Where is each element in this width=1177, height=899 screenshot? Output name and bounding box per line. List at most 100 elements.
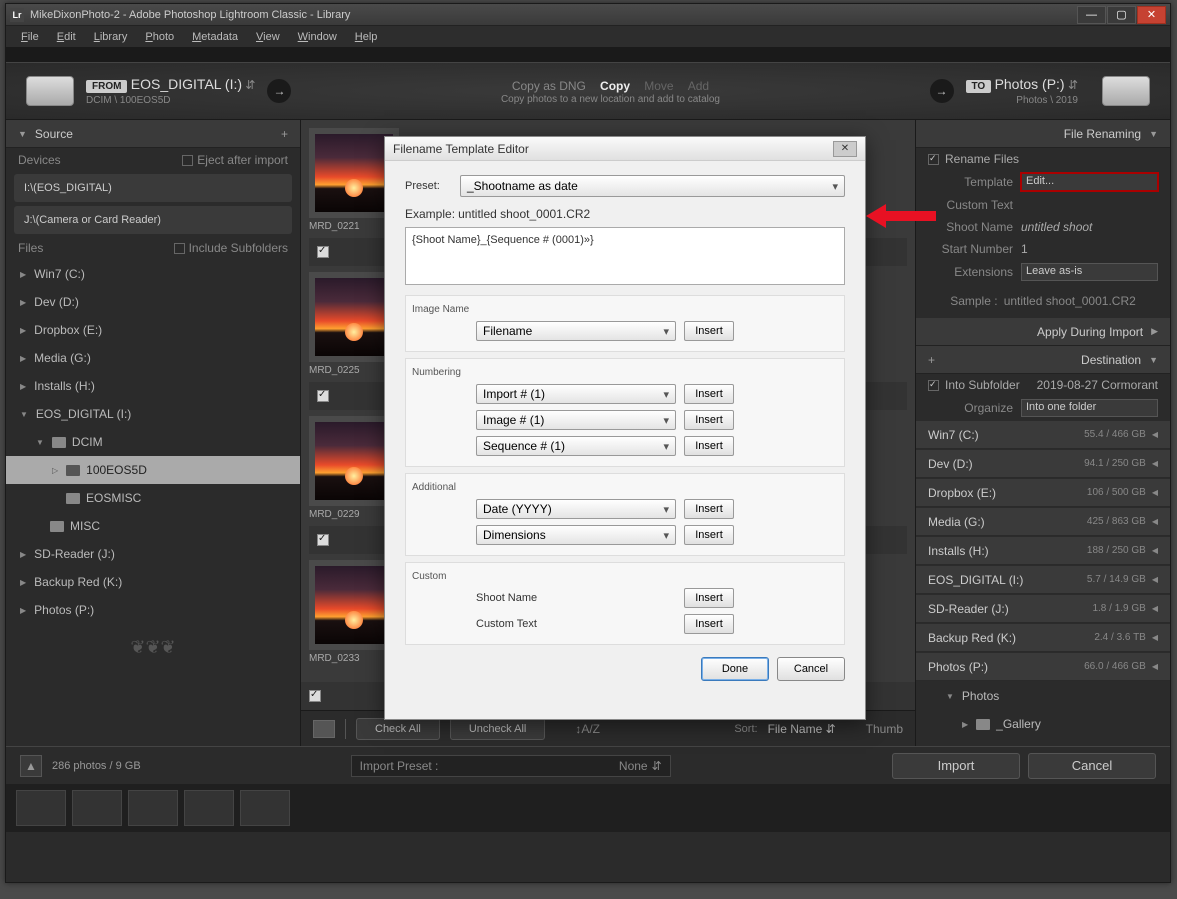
dest-drive-item[interactable]: Installs (H:)188 / 250 GB◀ <box>916 537 1170 565</box>
destination-header[interactable]: +Destination▼ <box>916 346 1170 374</box>
start-number-value[interactable]: 1 <box>1021 242 1158 256</box>
organize-select[interactable]: Into one folder <box>1021 399 1158 417</box>
import-button[interactable]: Import <box>892 753 1020 779</box>
add-source-icon[interactable]: + <box>281 127 288 141</box>
filmstrip-thumb[interactable] <box>128 790 178 826</box>
into-subfolder-checkbox[interactable] <box>928 380 939 391</box>
source-header[interactable]: ▼Source+ <box>6 120 300 148</box>
drive-item-eos[interactable]: ▼EOS_DIGITAL (I:) <box>6 400 300 428</box>
grid-view-button[interactable] <box>313 720 335 738</box>
to-path: Photos \ 2019 <box>1016 95 1078 106</box>
to-name[interactable]: Photos (P:) <box>995 76 1065 92</box>
drive-item[interactable]: ▶Backup Red (K:) <box>6 568 300 596</box>
drive-item[interactable]: ▶Dev (D:) <box>6 288 300 316</box>
apply-during-import-header[interactable]: Apply During Import▶ <box>916 318 1170 346</box>
filename-select[interactable]: Filename <box>476 321 676 341</box>
rename-files-checkbox[interactable] <box>928 154 939 165</box>
dest-drive-item[interactable]: Dropbox (E:)106 / 500 GB◀ <box>916 479 1170 507</box>
from-name[interactable]: EOS_DIGITAL (I:) <box>131 76 242 92</box>
add-folder-icon[interactable]: + <box>928 353 935 367</box>
drive-item[interactable]: ▶Photos (P:) <box>6 596 300 624</box>
folder-misc[interactable]: MISC <box>6 512 300 540</box>
insert-button[interactable]: Insert <box>684 410 734 430</box>
op-copy[interactable]: Copy <box>600 79 630 93</box>
file-renaming-header[interactable]: File Renaming▼ <box>916 120 1170 148</box>
folder-eosmisc[interactable]: EOSMISC <box>6 484 300 512</box>
menu-help[interactable]: Help <box>346 31 387 43</box>
expand-button[interactable]: ▲ <box>20 755 42 777</box>
sort-value[interactable]: File Name ⇵ <box>768 722 836 736</box>
template-token-input[interactable]: {Shoot Name}_{Sequence # (0001)»} <box>405 227 845 285</box>
filmstrip-thumb[interactable] <box>72 790 122 826</box>
menu-photo[interactable]: Photo <box>136 31 183 43</box>
dimensions-select[interactable]: Dimensions <box>476 525 676 545</box>
sort-az-icon[interactable]: ↕A/Z <box>575 722 600 736</box>
menu-library[interactable]: Library <box>85 31 137 43</box>
menu-file[interactable]: File <box>12 31 48 43</box>
dest-drive-item[interactable]: Media (G:)425 / 863 GB◀ <box>916 508 1170 536</box>
cancel-button[interactable]: Cancel <box>1028 753 1156 779</box>
minimize-button[interactable]: — <box>1077 6 1106 24</box>
op-dng[interactable]: Copy as DNG <box>512 79 586 93</box>
maximize-button[interactable]: ▢ <box>1107 6 1136 24</box>
drive-item[interactable]: ▶Dropbox (E:) <box>6 316 300 344</box>
drive-item[interactable]: ▶SD-Reader (J:) <box>6 540 300 568</box>
insert-button[interactable]: Insert <box>684 384 734 404</box>
dest-drive-item[interactable]: SD-Reader (J:)1.8 / 1.9 GB◀ <box>916 595 1170 623</box>
folder-selected[interactable]: ▷100EOS5D <box>6 456 300 484</box>
sequence-number-select[interactable]: Sequence # (1) <box>476 436 676 456</box>
right-panel: File Renaming▼ Rename Files TemplateEdit… <box>915 120 1170 746</box>
folder-icon <box>66 493 80 504</box>
import-preset-select[interactable]: Import Preset :None⇵ <box>351 755 671 777</box>
insert-button[interactable]: Insert <box>684 499 734 519</box>
dest-drive-item[interactable]: Backup Red (K:)2.4 / 3.6 TB◀ <box>916 624 1170 652</box>
dest-drive-item[interactable]: Win7 (C:)55.4 / 466 GB◀ <box>916 421 1170 449</box>
date-select[interactable]: Date (YYYY) <box>476 499 676 519</box>
include-subfolders-checkbox[interactable] <box>174 243 185 254</box>
drive-item[interactable]: ▶Win7 (C:) <box>6 260 300 288</box>
dest-folder-photos[interactable]: ▼Photos <box>916 682 1170 710</box>
insert-button[interactable]: Insert <box>684 588 734 608</box>
device-item[interactable]: I:\(EOS_DIGITAL) <box>14 174 292 202</box>
close-button[interactable]: ✕ <box>1137 6 1166 24</box>
preset-select[interactable]: _Shootname as date <box>460 175 845 197</box>
subfolder-value[interactable]: 2019-08-27 Cormorant <box>1037 378 1158 392</box>
filmstrip-thumb[interactable] <box>16 790 66 826</box>
cancel-button[interactable]: Cancel <box>777 657 845 681</box>
filmstrip-thumb[interactable] <box>184 790 234 826</box>
menu-edit[interactable]: Edit <box>48 31 85 43</box>
template-select[interactable]: Edit... <box>1021 173 1158 191</box>
thumb-checkbox[interactable] <box>317 390 329 402</box>
filmstrip-thumb[interactable] <box>240 790 290 826</box>
thumb-checkbox[interactable] <box>309 690 321 702</box>
menu-view[interactable]: View <box>247 31 289 43</box>
check-all-button[interactable]: Check All <box>356 718 440 740</box>
insert-button[interactable]: Insert <box>684 436 734 456</box>
thumb-checkbox[interactable] <box>317 534 329 546</box>
dest-drive-item[interactable]: Photos (P:)66.0 / 466 GB◀ <box>916 653 1170 681</box>
image-number-select[interactable]: Image # (1) <box>476 410 676 430</box>
shoot-name-value[interactable]: untitled shoot <box>1021 220 1158 234</box>
import-number-select[interactable]: Import # (1) <box>476 384 676 404</box>
insert-button[interactable]: Insert <box>684 525 734 545</box>
extensions-select[interactable]: Leave as-is <box>1021 263 1158 281</box>
insert-button[interactable]: Insert <box>684 321 734 341</box>
thumb-checkbox[interactable] <box>317 246 329 258</box>
dialog-titlebar: Filename Template Editor ✕ <box>385 137 865 161</box>
dest-drive-item[interactable]: EOS_DIGITAL (I:)5.7 / 14.9 GB◀ <box>916 566 1170 594</box>
device-item[interactable]: J:\(Camera or Card Reader) <box>14 206 292 234</box>
menu-window[interactable]: Window <box>289 31 346 43</box>
drive-item[interactable]: ▶Installs (H:) <box>6 372 300 400</box>
menu-metadata[interactable]: Metadata <box>183 31 247 43</box>
drive-item[interactable]: ▶Media (G:) <box>6 344 300 372</box>
dialog-close-button[interactable]: ✕ <box>833 141 857 157</box>
eject-checkbox[interactable] <box>182 155 193 166</box>
uncheck-all-button[interactable]: Uncheck All <box>450 718 545 740</box>
insert-button[interactable]: Insert <box>684 614 734 634</box>
folder-dcim[interactable]: ▼DCIM <box>6 428 300 456</box>
dest-folder-gallery[interactable]: ▶_Gallery <box>916 710 1170 738</box>
source-panel: ▼Source+ Devices Eject after import I:\(… <box>6 120 301 746</box>
done-button[interactable]: Done <box>701 657 769 681</box>
into-subfolder-label: Into Subfolder <box>945 378 1020 392</box>
dest-drive-item[interactable]: Dev (D:)94.1 / 250 GB◀ <box>916 450 1170 478</box>
